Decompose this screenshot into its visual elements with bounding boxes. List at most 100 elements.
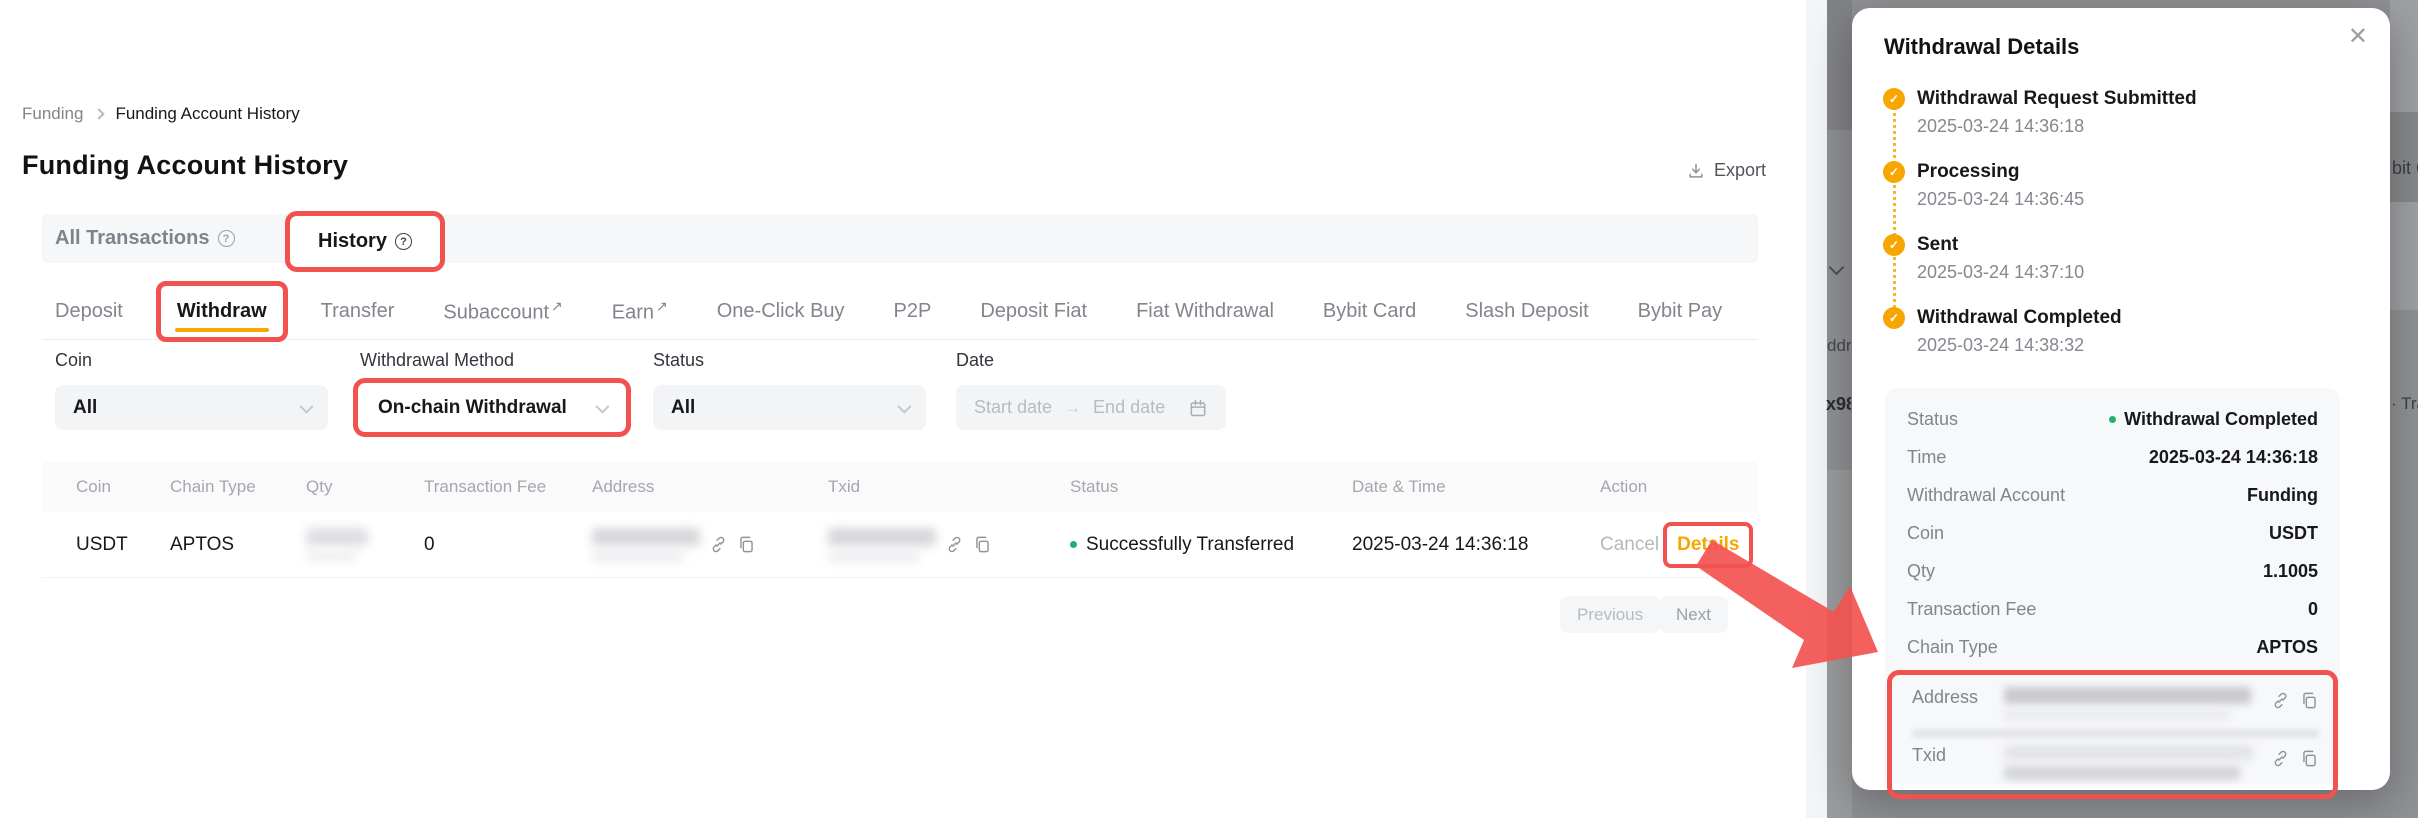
- success-status-dot: [2109, 416, 2116, 423]
- withdrawal-method-label: Withdrawal Method: [360, 350, 624, 371]
- timeline-step-time: 2025-03-24 14:36:18: [1917, 116, 2353, 137]
- subtab-deposit[interactable]: Deposit: [55, 300, 123, 323]
- withdrawal-method-filter: Withdrawal Method On-chain Withdrawal: [360, 350, 624, 430]
- subtab-deposit-fiat[interactable]: Deposit Fiat: [980, 300, 1087, 323]
- cell-fee: 0: [424, 534, 592, 556]
- txid-copy-icon[interactable]: [973, 535, 992, 554]
- address-redacted: [592, 528, 700, 562]
- status-filter-label: Status: [653, 350, 926, 371]
- cell-datetime: 2025-03-24 14:36:18: [1352, 534, 1600, 556]
- next-page-button[interactable]: Next: [1659, 596, 1728, 633]
- background-text-fragment: ddre: [1827, 336, 1851, 356]
- withdrawal-method-highlight-box: On-chain Withdrawal: [353, 378, 631, 437]
- chevron-down-icon: [595, 399, 609, 413]
- subtab-fiat-withdrawal[interactable]: Fiat Withdrawal: [1136, 300, 1274, 323]
- range-arrow-icon: →: [1064, 398, 1081, 418]
- previous-page-button[interactable]: Previous: [1560, 596, 1660, 633]
- subtab-subaccount[interactable]: Subaccount↗: [443, 298, 562, 325]
- address-copy-icon[interactable]: [2300, 691, 2319, 710]
- date-filter-label: Date: [956, 350, 1226, 371]
- subtab-one-click-buy[interactable]: One-Click Buy: [717, 300, 845, 323]
- detail-row-time: Time 2025-03-24 14:36:18: [1907, 438, 2318, 476]
- subtab-bybit-pay[interactable]: Bybit Pay: [1638, 300, 1722, 323]
- subtab-transfer[interactable]: Transfer: [321, 300, 395, 323]
- subtab-withdraw[interactable]: Withdraw: [156, 281, 288, 342]
- subtab-bybit-card[interactable]: Bybit Card: [1323, 300, 1416, 323]
- timeline-step: ✓ Sent 2025-03-24 14:37:10: [1883, 234, 2353, 283]
- tab-history[interactable]: History ?: [285, 211, 445, 272]
- subtab-p2p[interactable]: P2P: [894, 300, 932, 323]
- withdrawal-method-select[interactable]: On-chain Withdrawal: [360, 385, 624, 430]
- status-select-value: All: [671, 397, 695, 419]
- detail-row-chain-type: Chain Type APTOS: [1907, 628, 2318, 666]
- col-qty: Qty: [306, 477, 424, 497]
- txid-link-icon[interactable]: [2271, 749, 2290, 768]
- subtab-earn[interactable]: Earn↗: [612, 298, 668, 325]
- chevron-down-icon: [299, 399, 313, 413]
- col-chain-type: Chain Type: [170, 477, 306, 497]
- external-link-icon: ↗: [551, 298, 563, 314]
- details-button[interactable]: Details: [1677, 534, 1739, 555]
- detail-row-coin: Coin USDT: [1907, 514, 2318, 552]
- subtab-slash-deposit[interactable]: Slash Deposit: [1465, 300, 1588, 323]
- col-status: Status: [1070, 477, 1352, 497]
- modal-title: Withdrawal Details: [1884, 34, 2079, 60]
- help-icon: ?: [218, 230, 235, 247]
- active-tab-underline: [175, 328, 269, 332]
- background-text-fragment: x98: [1826, 394, 1851, 415]
- download-icon: [1686, 161, 1706, 181]
- history-type-subtabs: Deposit Withdraw Transfer Subaccount↗ Ea…: [55, 283, 1722, 340]
- close-icon[interactable]: ✕: [2348, 22, 2368, 51]
- tab-all-transactions-label: All Transactions: [55, 227, 210, 250]
- tab-history-label: History: [318, 230, 387, 253]
- breadcrumb: Funding Funding Account History: [22, 104, 300, 124]
- status-filter: Status All: [653, 350, 926, 430]
- detail-row-status: Status Withdrawal Completed: [1907, 400, 2318, 438]
- tab-all-transactions[interactable]: All Transactions ?: [55, 227, 235, 250]
- timeline-step-title: Processing: [1917, 161, 2353, 183]
- details-highlight-box: Details: [1663, 522, 1753, 568]
- withdrawal-details-card: Status Withdrawal Completed Time 2025-03…: [1885, 388, 2340, 784]
- breadcrumb-funding[interactable]: Funding: [22, 104, 83, 124]
- help-icon: ?: [395, 233, 412, 250]
- cancel-button[interactable]: Cancel: [1600, 534, 1659, 556]
- address-copy-icon[interactable]: [737, 535, 756, 554]
- col-date-time: Date & Time: [1352, 477, 1600, 497]
- cell-address: [592, 528, 828, 562]
- withdrawal-method-value: On-chain Withdrawal: [378, 397, 567, 419]
- breadcrumb-chevron-icon: [94, 108, 105, 119]
- address-link-icon[interactable]: [2271, 691, 2290, 710]
- date-filter: Date Start date → End date: [956, 350, 1226, 430]
- col-action: Action: [1600, 477, 1758, 497]
- detail-row-txid: Txid: [1912, 743, 2319, 780]
- txid-link-icon[interactable]: [945, 535, 964, 554]
- detail-row-transaction-fee: Transaction Fee 0: [1907, 590, 2318, 628]
- timeline-step-title: Withdrawal Completed: [1917, 307, 2353, 329]
- table-row: USDT APTOS 0 Successfully Trans: [42, 512, 1758, 578]
- address-link-icon[interactable]: [709, 535, 728, 554]
- start-date-placeholder: Start date: [974, 397, 1052, 418]
- txid-copy-icon[interactable]: [2300, 749, 2319, 768]
- subtab-withdraw-label: Withdraw: [177, 300, 267, 322]
- page-right-edge: [1806, 0, 1827, 818]
- status-select[interactable]: All: [653, 385, 926, 430]
- col-transaction-fee: Transaction Fee: [424, 477, 592, 497]
- cell-txid: [828, 528, 1070, 562]
- coin-select[interactable]: All: [55, 385, 328, 430]
- cell-qty-redacted: [306, 528, 424, 561]
- col-address: Address: [592, 477, 828, 497]
- timeline-step: ✓ Processing 2025-03-24 14:36:45: [1883, 161, 2353, 210]
- txid-redacted-line: [1912, 730, 2319, 737]
- export-button[interactable]: Export: [1686, 160, 1766, 181]
- check-circle-icon: ✓: [1883, 234, 1905, 256]
- cell-status: Successfully Transferred: [1070, 534, 1352, 556]
- chevron-down-icon: [897, 399, 911, 413]
- date-range-input[interactable]: Start date → End date: [956, 385, 1226, 430]
- coin-filter-label: Coin: [55, 350, 328, 371]
- calendar-icon[interactable]: [1188, 398, 1208, 418]
- timeline-step-time: 2025-03-24 14:38:32: [1917, 335, 2353, 356]
- coin-select-value: All: [73, 397, 97, 419]
- coin-filter: Coin All: [55, 350, 328, 430]
- txid-redacted: [2004, 743, 2261, 780]
- txid-redacted: [828, 528, 936, 562]
